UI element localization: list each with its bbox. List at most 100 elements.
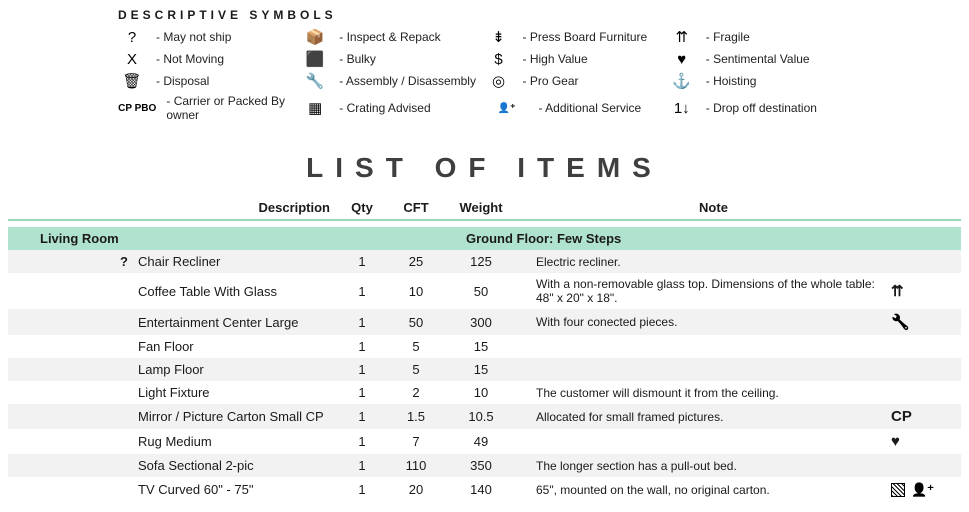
item-cft: 5 xyxy=(386,362,446,377)
table-row: TV Curved 60" - 75"12014065", mounted on… xyxy=(8,477,961,502)
symbol-item: X - Not Moving xyxy=(118,50,301,68)
symbol-item: ◎- Pro Gear xyxy=(485,72,668,90)
item-description: TV Curved 60" - 75" xyxy=(138,482,338,497)
item-qty: 1 xyxy=(338,315,386,330)
symbol-icon: ⬛ xyxy=(301,50,329,68)
item-description: Mirror / Picture Carton Small CP xyxy=(138,409,338,424)
item-qty: 1 xyxy=(338,482,386,497)
item-note: With a non-removable glass top. Dimensio… xyxy=(516,277,891,305)
item-description: Lamp Floor xyxy=(138,362,338,377)
symbol-label: - Pro Gear xyxy=(523,74,579,88)
crate-icon xyxy=(891,483,905,497)
item-cft: 25 xyxy=(386,254,446,269)
item-qty: 1 xyxy=(338,458,386,473)
table-row: ?Chair Recliner125125Electric recliner. xyxy=(8,250,961,273)
item-description: Light Fixture xyxy=(138,385,338,400)
room-name: Living Room xyxy=(18,231,446,246)
item-cft: 110 xyxy=(386,458,446,473)
item-qty: 1 xyxy=(338,434,386,449)
symbol-icon: 📦 xyxy=(301,28,329,46)
symbol-item: 📦 - Inspect & Repack xyxy=(301,28,484,46)
item-cft: 2 xyxy=(386,385,446,400)
symbol-icon: ⇈ xyxy=(668,28,696,46)
symbol-item: CP PBO - Carrier or Packed By owner xyxy=(118,94,301,122)
symbol-item: ?- May not ship xyxy=(118,28,301,46)
table-row: Coffee Table With Glass11050With a non-r… xyxy=(8,273,961,309)
item-weight: 350 xyxy=(446,458,516,473)
item-weight: 140 xyxy=(446,482,516,497)
item-weight: 10 xyxy=(446,385,516,400)
table-row: Sofa Sectional 2-pic1110350The longer se… xyxy=(8,454,961,477)
symbol-label: - Press Board Furniture xyxy=(523,30,648,44)
symbol-item: ▦- Crating Advised xyxy=(301,94,484,122)
item-icons xyxy=(891,433,951,450)
symbol-icon: CP PBO xyxy=(118,103,156,114)
symbol-icon: 1↓ xyxy=(668,100,696,117)
table-row: Light Fixture1210The customer will dismo… xyxy=(8,381,961,404)
item-note: Electric recliner. xyxy=(516,255,891,269)
symbol-label: - Disposal xyxy=(156,74,209,88)
symbol-icon: ? xyxy=(118,29,146,46)
symbols-section: DESCRIPTIVE SYMBOLS ?- May not ship📦- In… xyxy=(0,0,969,132)
symbol-item: 🗑- Disposal xyxy=(118,72,301,90)
item-description: Rug Medium xyxy=(138,434,338,449)
symbol-label: - Not Moving xyxy=(156,52,224,66)
symbol-label: - Assembly / Disassembly xyxy=(339,74,476,88)
table-row: Lamp Floor1515 xyxy=(8,358,961,381)
item-description: Sofa Sectional 2-pic xyxy=(138,458,338,473)
item-icons xyxy=(891,313,951,331)
symbol-item: ⇟- Press Board Furniture xyxy=(485,28,668,46)
symbol-label: - Carrier or Packed By owner xyxy=(166,94,301,122)
item-note: 65", mounted on the wall, no original ca… xyxy=(516,483,891,497)
symbols-grid: ?- May not ship📦 - Inspect & Repack ⇟- Pre… xyxy=(118,28,851,122)
wrench-icon xyxy=(891,313,910,331)
table-row: Rug Medium1749 xyxy=(8,429,961,454)
symbol-label: - Bulky xyxy=(339,52,376,66)
header-qty: Qty xyxy=(338,200,386,215)
room-note: Ground Floor: Few Steps xyxy=(446,231,951,246)
item-note: The longer section has a pull-out bed. xyxy=(516,459,891,473)
item-weight: 15 xyxy=(446,362,516,377)
symbol-label: - Inspect & Repack xyxy=(339,30,440,44)
item-prefix-symbol: ? xyxy=(18,254,138,269)
item-qty: 1 xyxy=(338,284,386,299)
item-icons xyxy=(891,481,951,498)
item-note: The customer will dismount it from the c… xyxy=(516,386,891,400)
item-qty: 1 xyxy=(338,254,386,269)
item-weight: 300 xyxy=(446,315,516,330)
symbol-label: - Additional Service xyxy=(539,101,642,115)
item-qty: 1 xyxy=(338,385,386,400)
item-note: Allocated for small framed pictures. xyxy=(516,410,891,424)
item-cft: 20 xyxy=(386,482,446,497)
item-qty: 1 xyxy=(338,362,386,377)
additional-service-icon xyxy=(911,481,934,498)
heart-icon xyxy=(891,433,900,450)
header-cft: CFT xyxy=(386,200,446,215)
symbol-label: - Crating Advised xyxy=(339,101,430,115)
symbol-label: - Hoisting xyxy=(706,74,757,88)
item-weight: 50 xyxy=(446,284,516,299)
table-row: Entertainment Center Large150300With fou… xyxy=(8,309,961,335)
symbol-item: 👤⁺- Additional Service xyxy=(485,94,668,122)
header-description: Description xyxy=(18,200,338,215)
symbol-item: $- High Value xyxy=(485,50,668,68)
header-note: Note xyxy=(516,200,891,215)
symbol-label: - Drop off destination xyxy=(706,101,817,115)
symbol-icon: ⚓ xyxy=(668,72,696,90)
item-cft: 7 xyxy=(386,434,446,449)
table-row: Mirror / Picture Carton Small CP11.510.5… xyxy=(8,404,961,429)
items-list: ?Chair Recliner125125Electric recliner.C… xyxy=(0,250,969,502)
item-description: Entertainment Center Large xyxy=(138,315,338,330)
item-note: With four conected pieces. xyxy=(516,315,891,329)
item-weight: 10.5 xyxy=(446,409,516,424)
page-title: LIST OF ITEMS xyxy=(0,152,969,184)
item-description: Coffee Table With Glass xyxy=(138,284,338,299)
table-row: Fan Floor1515 xyxy=(8,335,961,358)
item-cft: 10 xyxy=(386,284,446,299)
symbol-item: ♥- Sentimental Value xyxy=(668,50,851,68)
item-weight: 125 xyxy=(446,254,516,269)
item-weight: 49 xyxy=(446,434,516,449)
symbol-icon: X xyxy=(118,51,146,68)
table-header: Description Qty CFT Weight Note xyxy=(8,200,961,221)
item-description: Fan Floor xyxy=(138,339,338,354)
